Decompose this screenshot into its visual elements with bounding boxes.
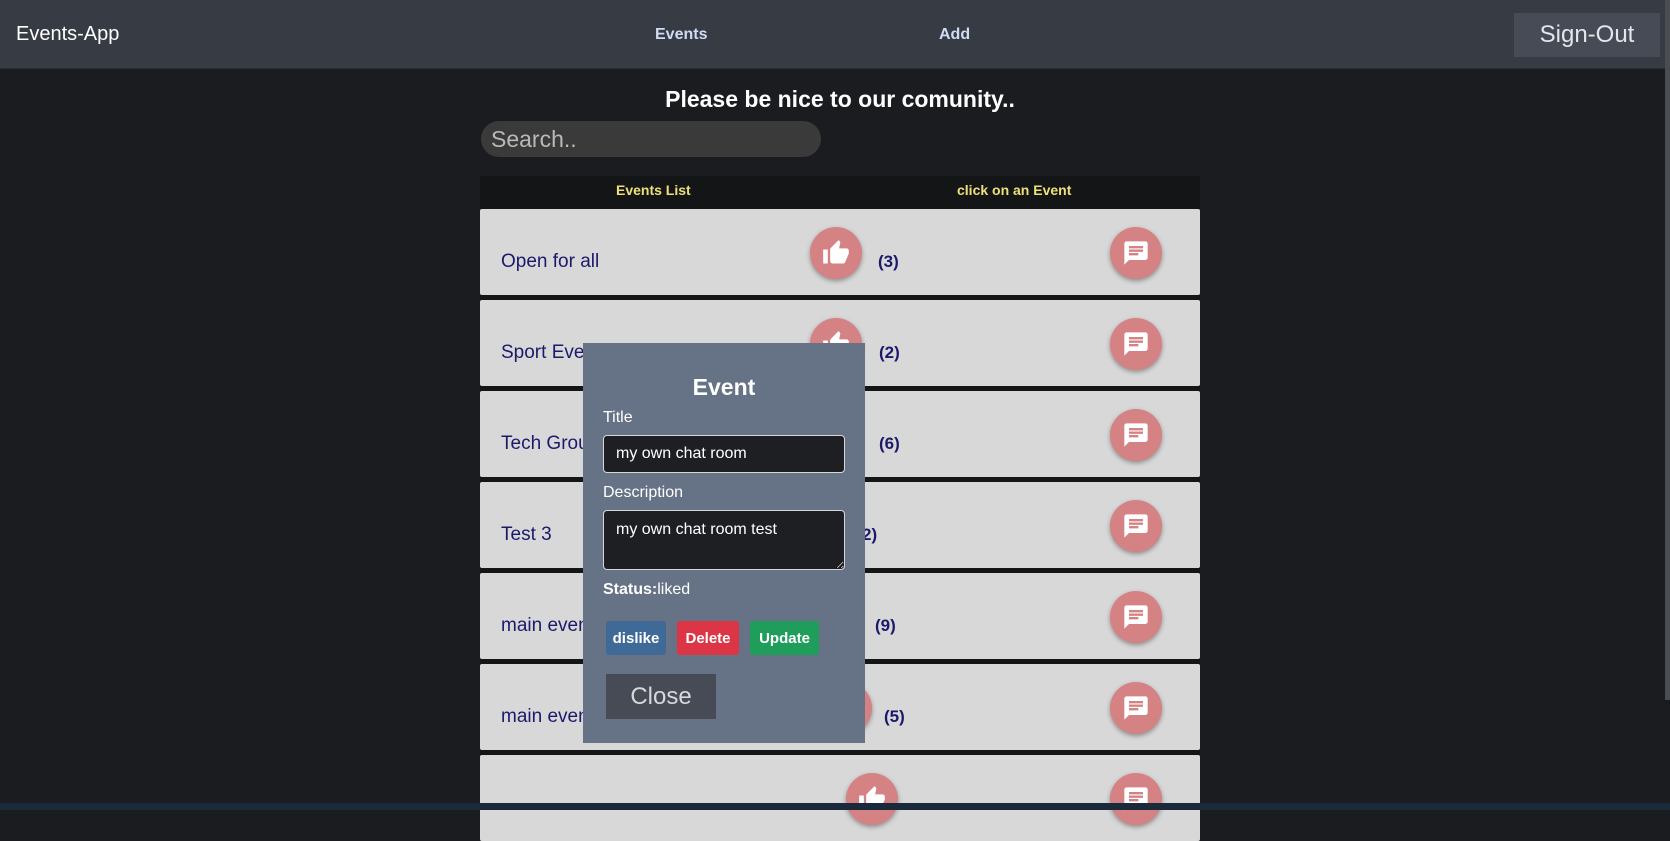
search-input[interactable] — [481, 121, 821, 157]
events-list-header: Events List — [616, 182, 691, 198]
chat-bubble-icon[interactable] — [1110, 318, 1162, 370]
navbar: Events-App Events Add Sign-Out — [0, 0, 1670, 69]
status-label: Status: — [603, 581, 658, 598]
event-modal: Event Title Description my own chat room… — [583, 343, 865, 743]
chat-bubble-icon[interactable] — [1110, 773, 1162, 825]
thumb-up-icon[interactable] — [846, 773, 898, 825]
like-count: (3) — [878, 252, 899, 271]
nav-link-events[interactable]: Events — [655, 26, 707, 44]
title-input[interactable] — [603, 435, 845, 473]
event-row[interactable] — [480, 755, 1200, 841]
chat-bubble-icon[interactable] — [1110, 500, 1162, 552]
chat-bubble-icon[interactable] — [1110, 227, 1162, 279]
event-row[interactable]: Open for all (3) — [480, 209, 1200, 295]
dislike-button[interactable]: dislike — [606, 621, 666, 655]
title-label: Title — [603, 409, 633, 426]
like-count: (9) — [875, 616, 896, 635]
status-value: liked — [657, 581, 691, 598]
chat-bubble-icon[interactable] — [1110, 409, 1162, 461]
bottom-strip — [0, 803, 1670, 810]
like-count: (5) — [884, 707, 905, 726]
update-button[interactable]: Update — [750, 621, 819, 655]
like-count: (2) — [879, 343, 900, 362]
chat-bubble-icon[interactable] — [1110, 591, 1162, 643]
close-button[interactable]: Close — [606, 674, 716, 719]
description-label: Description — [603, 484, 684, 501]
page-heading: Please be nice to our comunity.. — [665, 86, 1015, 112]
sign-out-button[interactable]: Sign-Out — [1514, 13, 1660, 57]
event-title[interactable]: Open for all — [501, 251, 599, 273]
app-brand[interactable]: Events-App — [16, 23, 119, 46]
click-event-hint: click on an Event — [957, 182, 1072, 198]
description-textarea[interactable]: my own chat room test — [603, 510, 845, 570]
event-title[interactable]: Test 3 — [501, 524, 552, 546]
status-text: Status:liked — [603, 581, 690, 599]
event-title[interactable]: main even — [501, 615, 589, 637]
delete-button[interactable]: Delete — [677, 621, 739, 655]
like-count: (6) — [879, 434, 900, 453]
event-title[interactable]: Sport Eve — [501, 342, 584, 364]
nav-link-add[interactable]: Add — [939, 26, 970, 44]
modal-title: Event — [692, 374, 756, 400]
event-title[interactable]: Tech Grou — [501, 433, 589, 455]
event-title[interactable]: main even — [501, 706, 589, 728]
thumb-up-icon[interactable] — [810, 227, 862, 279]
chat-bubble-icon[interactable] — [1110, 682, 1162, 734]
